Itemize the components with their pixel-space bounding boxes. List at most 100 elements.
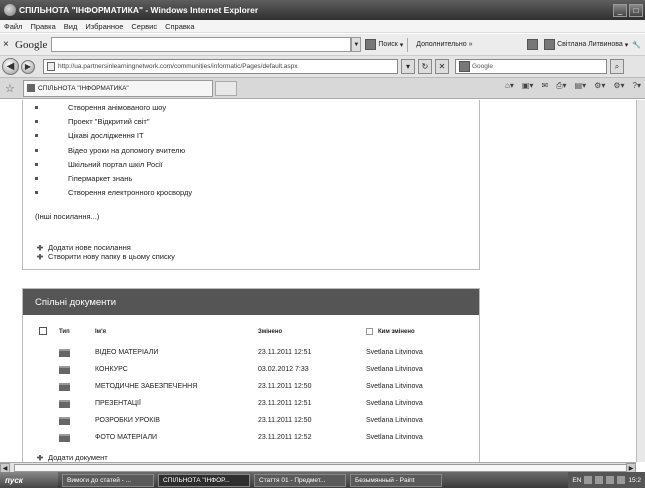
bullet-icon xyxy=(35,162,38,166)
list-item[interactable]: Створення анімованого шоу xyxy=(35,100,192,114)
taskbar-item[interactable]: Вимоги до статей - ... xyxy=(62,473,154,487)
menu-file[interactable]: Файл xyxy=(4,22,22,31)
doc-name[interactable]: ФОТО МАТЕРІАЛИ xyxy=(95,434,157,441)
system-tray: EN 15:2 xyxy=(568,472,645,488)
tray-icon[interactable] xyxy=(617,476,626,484)
taskbar-item[interactable]: Безымянный - Paint xyxy=(350,473,442,487)
favorites-star-icon[interactable]: ☆ xyxy=(5,82,17,95)
page-menu-icon[interactable]: ▤▾ xyxy=(575,81,587,91)
home-icon[interactable]: ⌂▾ xyxy=(505,81,514,91)
settings-icon[interactable] xyxy=(527,39,540,50)
start-button[interactable]: пуск xyxy=(0,472,58,488)
table-row[interactable]: ФОТО МАТЕРІАЛИ 23.11.2011 12:52 Svetlana… xyxy=(23,431,479,448)
column-name[interactable]: Ім'я xyxy=(95,329,106,335)
taskbar-item-active[interactable]: СПІЛЬНОТА "ІНФОР... xyxy=(158,473,250,487)
menu-view[interactable]: Вид xyxy=(64,22,78,31)
taskbar-item[interactable]: Стаття 01 - Предмет... xyxy=(254,473,346,487)
safety-icon[interactable]: ⚙▾ xyxy=(594,81,605,91)
column-modified[interactable]: Змінено xyxy=(258,329,282,335)
gear-icon xyxy=(527,39,539,50)
menu-tools[interactable]: Сервис xyxy=(131,22,157,31)
bullet-icon xyxy=(35,148,38,152)
toolbar-separator xyxy=(407,37,409,52)
list-item[interactable]: Відео уроки на допомогу вчителю xyxy=(35,143,192,157)
new-tab-button[interactable] xyxy=(215,80,237,96)
add-link-action[interactable]: Додати нове посилання xyxy=(37,243,131,252)
vertical-scrollbar[interactable] xyxy=(636,100,645,462)
select-all-checkbox[interactable] xyxy=(39,327,47,335)
table-row[interactable]: РОЗРОБКИ УРОКІВ 23.11.2011 12:50 Svetlan… xyxy=(23,414,479,431)
maximize-button[interactable]: □ xyxy=(629,3,643,17)
list-item[interactable]: Проект "Відкритий світ" xyxy=(35,114,192,128)
doc-name[interactable]: КОНКУРС xyxy=(95,366,128,373)
more-links-link[interactable]: (Інші посилання...) xyxy=(35,212,99,221)
stop-button[interactable]: ✕ xyxy=(435,59,449,74)
plus-icon xyxy=(37,244,43,251)
menu-favorites[interactable]: Избранное xyxy=(85,22,123,31)
more-button[interactable]: Дополнительно » xyxy=(416,41,472,48)
google-search-dropdown[interactable]: ▼ xyxy=(351,37,362,52)
doc-modified-by[interactable]: Svetlana Litvinova xyxy=(366,417,423,424)
doc-modified: 03.02.2012 7:33 xyxy=(258,366,309,373)
doc-modified: 23.11.2011 12:51 xyxy=(258,349,312,356)
table-row[interactable]: КОНКУРС 03.02.2012 7:33 Svetlana Litvino… xyxy=(23,363,479,380)
google-search-button[interactable]: Поиск ▾ xyxy=(365,39,403,50)
column-type[interactable]: Тип xyxy=(59,329,70,335)
live-search-input[interactable]: Google xyxy=(455,59,607,74)
print-icon[interactable]: ⎙▾ xyxy=(556,81,566,91)
doc-name[interactable]: ПРЕЗЕНТАЦІЇ xyxy=(95,400,141,407)
table-row[interactable]: МЕТОДИЧНЕ ЗАБЕЗПЕЧЕННЯ 23.11.2011 12:50 … xyxy=(23,380,479,397)
window-title: СПІЛЬНОТА "ІНФОРМАТИКА" - Windows Intern… xyxy=(19,5,259,15)
language-indicator[interactable]: EN xyxy=(572,477,581,484)
feeds-icon[interactable]: ▣▾ xyxy=(522,81,534,91)
google-search-input[interactable] xyxy=(51,37,352,52)
tray-icon[interactable] xyxy=(606,476,615,484)
column-headers: Тип Ім'я Змінено Ким змінено xyxy=(23,327,479,341)
doc-modified-by[interactable]: Svetlana Litvinova xyxy=(366,349,423,356)
refresh-button[interactable]: ↻ xyxy=(418,59,432,74)
back-button[interactable]: ◀ xyxy=(2,58,19,75)
column-modified-by[interactable]: Ким змінено xyxy=(378,329,415,335)
url-field[interactable]: http://ua.partnersinlearningnetwork.com/… xyxy=(43,59,398,74)
doc-modified-by[interactable]: Svetlana Litvinova xyxy=(366,434,423,441)
search-button[interactable]: ⌕ xyxy=(610,59,624,74)
list-item[interactable]: Створення електронного кросворду xyxy=(35,186,192,200)
tools-icon[interactable]: ⚙▾ xyxy=(613,81,624,91)
doc-name[interactable]: РОЗРОБКИ УРОКІВ xyxy=(95,417,160,424)
scrollbar-thumb[interactable] xyxy=(14,464,630,472)
doc-name[interactable]: МЕТОДИЧНЕ ЗАБЕЗПЕЧЕННЯ xyxy=(95,383,197,390)
ie-logo-icon xyxy=(4,4,16,16)
tray-icon[interactable] xyxy=(584,476,593,484)
doc-modified-by[interactable]: Svetlana Litvinova xyxy=(366,400,423,407)
close-toolbar-icon[interactable]: × xyxy=(3,39,15,50)
doc-modified-by[interactable]: Svetlana Litvinova xyxy=(366,383,423,390)
page-icon xyxy=(47,62,55,71)
tray-icon[interactable] xyxy=(595,476,604,484)
folder-icon xyxy=(59,417,70,425)
horizontal-scrollbar[interactable]: ◀ ▶ xyxy=(0,462,636,473)
add-document-action[interactable]: Додати документ xyxy=(37,453,108,462)
bullet-icon xyxy=(35,119,38,123)
wrench-icon[interactable]: 🔧 xyxy=(632,41,641,49)
filter-icon[interactable] xyxy=(366,328,373,335)
mail-icon[interactable]: ✉ xyxy=(541,81,548,91)
tab-bar: ☆ СПІЛЬНОТА "ІНФОРМАТИКА" ⌂▾ ▣▾ ✉ ⎙▾ ▤▾ … xyxy=(0,78,645,99)
bullet-icon xyxy=(35,191,38,195)
doc-modified-by[interactable]: Svetlana Litvinova xyxy=(366,366,423,373)
minimize-button[interactable]: _ xyxy=(613,3,627,17)
help-icon[interactable]: ?▾ xyxy=(633,81,641,91)
list-item[interactable]: Гіпермаркет знань xyxy=(35,171,192,185)
url-dropdown[interactable]: ▾ xyxy=(401,59,415,74)
tab-active[interactable]: СПІЛЬНОТА "ІНФОРМАТИКА" xyxy=(23,79,213,97)
create-folder-action[interactable]: Створити нову папку в цьому списку xyxy=(37,252,175,261)
user-account[interactable]: Світлана Литвинова ▾ xyxy=(544,39,628,50)
doc-name[interactable]: ВІДЕО МАТЕРІАЛИ xyxy=(95,349,158,356)
list-item[interactable]: Шкільний портал шкіл Росії xyxy=(35,157,192,171)
panel-header[interactable]: Спільні документи xyxy=(23,289,479,315)
forward-button[interactable]: ▶ xyxy=(21,59,35,74)
menu-edit[interactable]: Правка xyxy=(30,22,55,31)
list-item[interactable]: Цікаві дослідження ІТ xyxy=(35,129,192,143)
menu-help[interactable]: Справка xyxy=(165,22,194,31)
table-row[interactable]: ПРЕЗЕНТАЦІЇ 23.11.2011 12:51 Svetlana Li… xyxy=(23,397,479,414)
table-row[interactable]: ВІДЕО МАТЕРІАЛИ 23.11.2011 12:51 Svetlan… xyxy=(23,346,479,363)
